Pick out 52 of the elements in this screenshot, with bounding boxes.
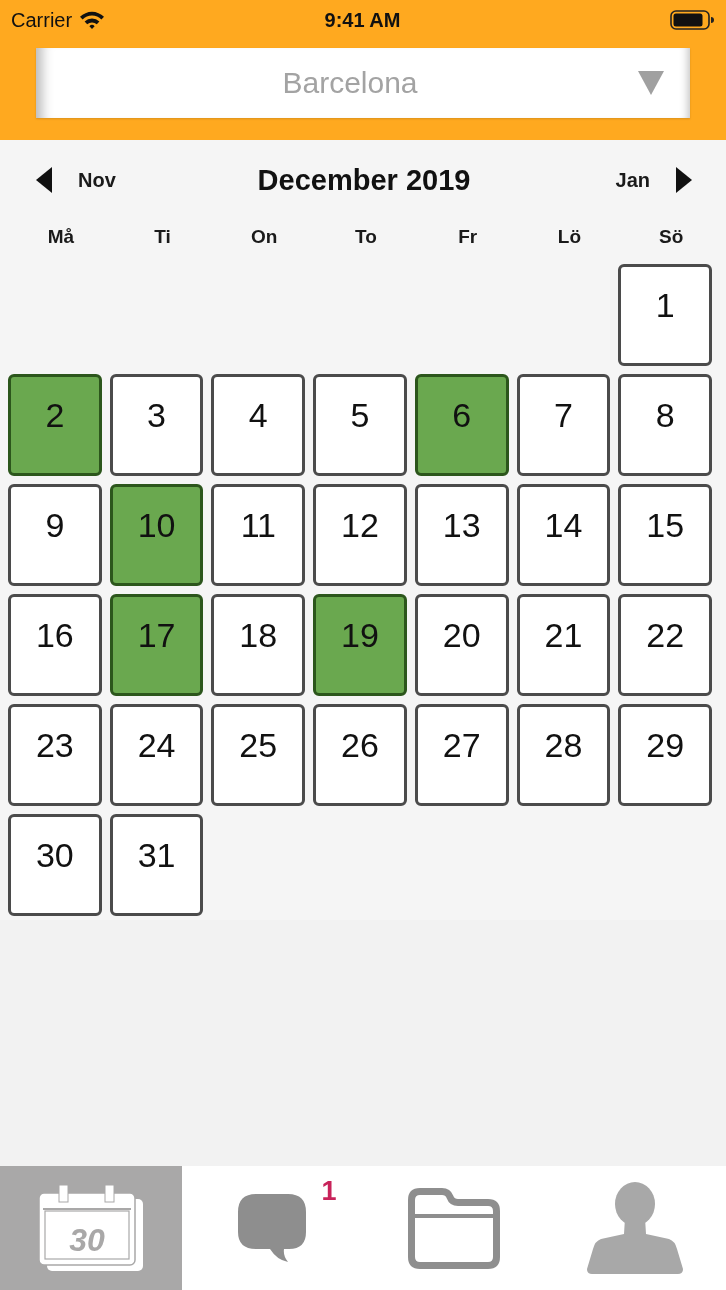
day-cell[interactable]: 15 <box>618 484 712 586</box>
day-cell[interactable]: 22 <box>618 594 712 696</box>
right-triangle-icon <box>676 167 692 193</box>
weekday-label: Må <box>46 225 76 249</box>
day-cell[interactable]: 29 <box>618 704 712 806</box>
weekday-label: To <box>354 225 378 249</box>
day-cell[interactable]: 27 <box>414 704 509 806</box>
day-cell[interactable]: 6 <box>414 374 509 476</box>
day-cell[interactable]: 7 <box>516 374 611 476</box>
day-cell[interactable]: 25 <box>211 704 306 806</box>
day-cell[interactable]: 9 <box>8 484 102 586</box>
day-cell[interactable]: 23 <box>8 704 102 806</box>
speech-bubble-icon <box>238 1194 307 1262</box>
wifi-icon <box>80 11 105 29</box>
folder-icon <box>407 1187 500 1269</box>
battery-icon <box>670 10 714 30</box>
day-cell[interactable]: 17 <box>109 594 204 696</box>
weekday-label: Sö <box>658 225 685 249</box>
day-cell[interactable]: 5 <box>313 374 407 476</box>
person-icon <box>587 1182 684 1274</box>
weekday-label: Ti <box>153 225 172 249</box>
day-cell[interactable]: 28 <box>516 704 611 806</box>
day-cell[interactable]: 3 <box>109 374 204 476</box>
day-cell[interactable]: 19 <box>313 594 407 696</box>
day-cell[interactable]: 18 <box>211 594 306 696</box>
day-cell[interactable]: 1 <box>618 264 712 366</box>
left-triangle-icon <box>36 167 52 193</box>
day-cell[interactable]: 21 <box>516 594 611 696</box>
next-month-button[interactable]: Jan <box>615 167 692 193</box>
previous-month-button[interactable]: Nov <box>36 167 116 193</box>
day-cell[interactable]: 8 <box>618 374 712 476</box>
weekday-label: On <box>250 225 279 249</box>
day-cell[interactable]: 16 <box>8 594 102 696</box>
day-cell[interactable]: 4 <box>211 374 306 476</box>
unread-count: 1 <box>321 1176 337 1207</box>
dropdown-triangle-icon <box>638 71 664 95</box>
day-cell[interactable]: 12 <box>313 484 407 586</box>
day-cell[interactable]: 20 <box>414 594 509 696</box>
weekday-label: Fr <box>457 225 479 249</box>
status-time: 9:41 AM <box>324 8 401 32</box>
day-cell[interactable]: 13 <box>414 484 509 586</box>
day-cell[interactable]: 30 <box>8 814 102 916</box>
weekday-label: Lö <box>556 225 583 249</box>
carrier-label: Carrier <box>11 8 73 32</box>
day-cell[interactable]: 2 <box>8 374 102 476</box>
day-cell[interactable]: 31 <box>109 814 204 916</box>
day-cell[interactable]: 14 <box>516 484 611 586</box>
day-cell[interactable]: 26 <box>313 704 407 806</box>
month-title: December 2019 <box>257 163 471 197</box>
day-cell[interactable]: 24 <box>109 704 204 806</box>
day-cell[interactable]: 10 <box>109 484 204 586</box>
day-cell[interactable]: 11 <box>211 484 306 586</box>
